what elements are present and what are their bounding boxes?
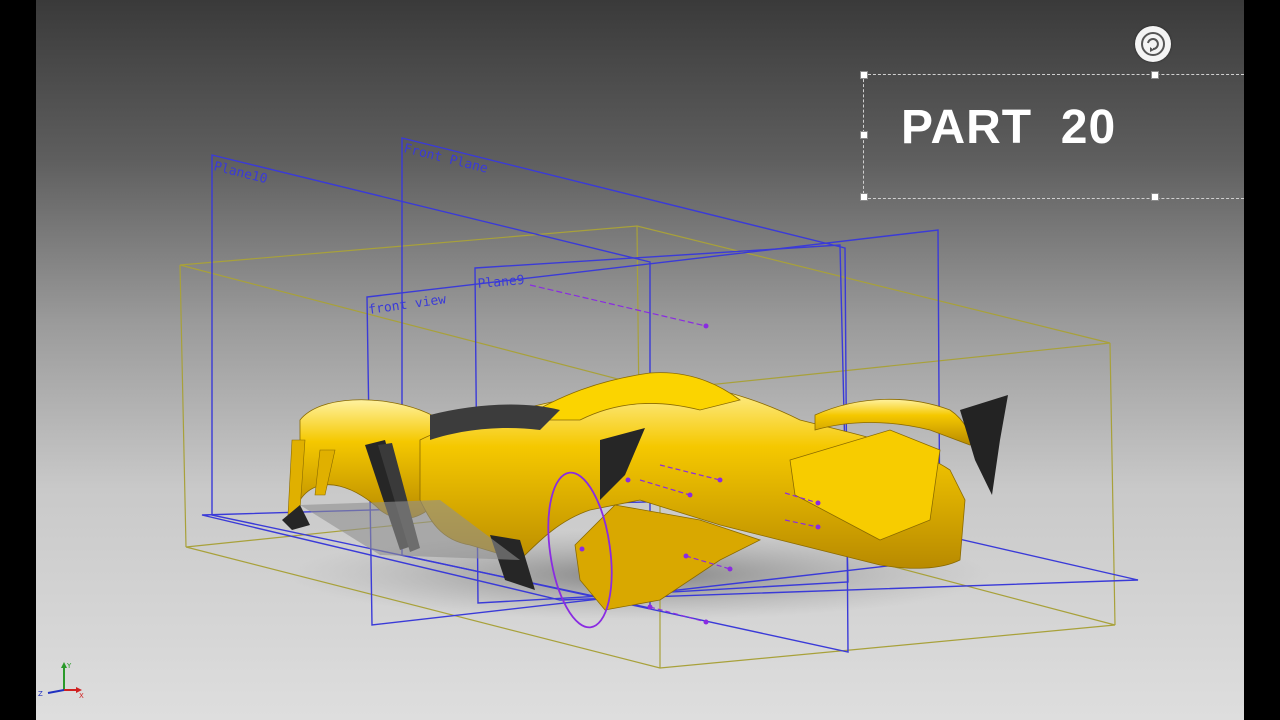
rotate-view-button[interactable]	[1135, 26, 1171, 62]
plane9-label: Plane9	[477, 273, 525, 292]
triad-z-label: Z	[38, 690, 43, 698]
car-rear-leg	[287, 439, 306, 516]
box-handle-top-left[interactable]	[860, 71, 868, 79]
triad-y-label: Y	[66, 662, 72, 670]
title-annotation-text[interactable]: PART 20	[901, 100, 1116, 155]
letterbox-left	[0, 0, 36, 720]
rotate-view-icon	[1141, 32, 1165, 56]
car-rear-fin	[960, 395, 1008, 495]
triad-x-label: X	[79, 692, 84, 700]
box-handle-bottom-mid[interactable]	[1151, 193, 1159, 201]
axis-triad-icon: Y Z X	[38, 662, 84, 700]
car-rear-skid	[282, 505, 310, 530]
letterbox-right	[1244, 0, 1280, 720]
box-handle-top-mid[interactable]	[1151, 71, 1159, 79]
front-plane-label: Front Plane	[402, 141, 489, 176]
screen: Plane10 Front Plane Plane9 front view PA…	[0, 0, 1280, 720]
box-handle-bottom-left[interactable]	[860, 193, 868, 201]
graphics-viewport[interactable]: Plane10 Front Plane Plane9 front view PA…	[36, 0, 1244, 720]
plane10-label: Plane10	[212, 159, 269, 187]
box-handle-mid-left[interactable]	[860, 131, 868, 139]
